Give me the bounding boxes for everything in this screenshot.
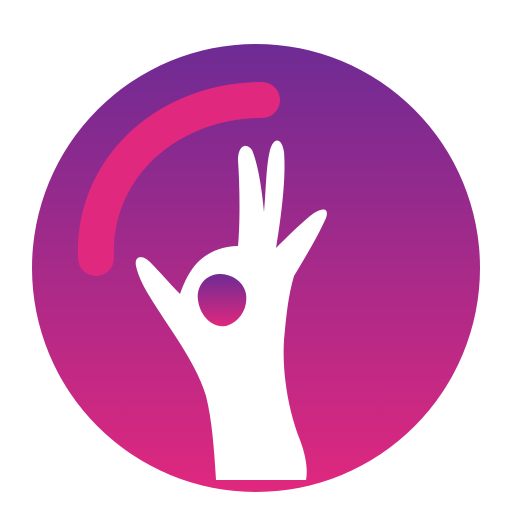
app-icon-graphic [32,44,480,492]
app-icon [0,0,512,512]
